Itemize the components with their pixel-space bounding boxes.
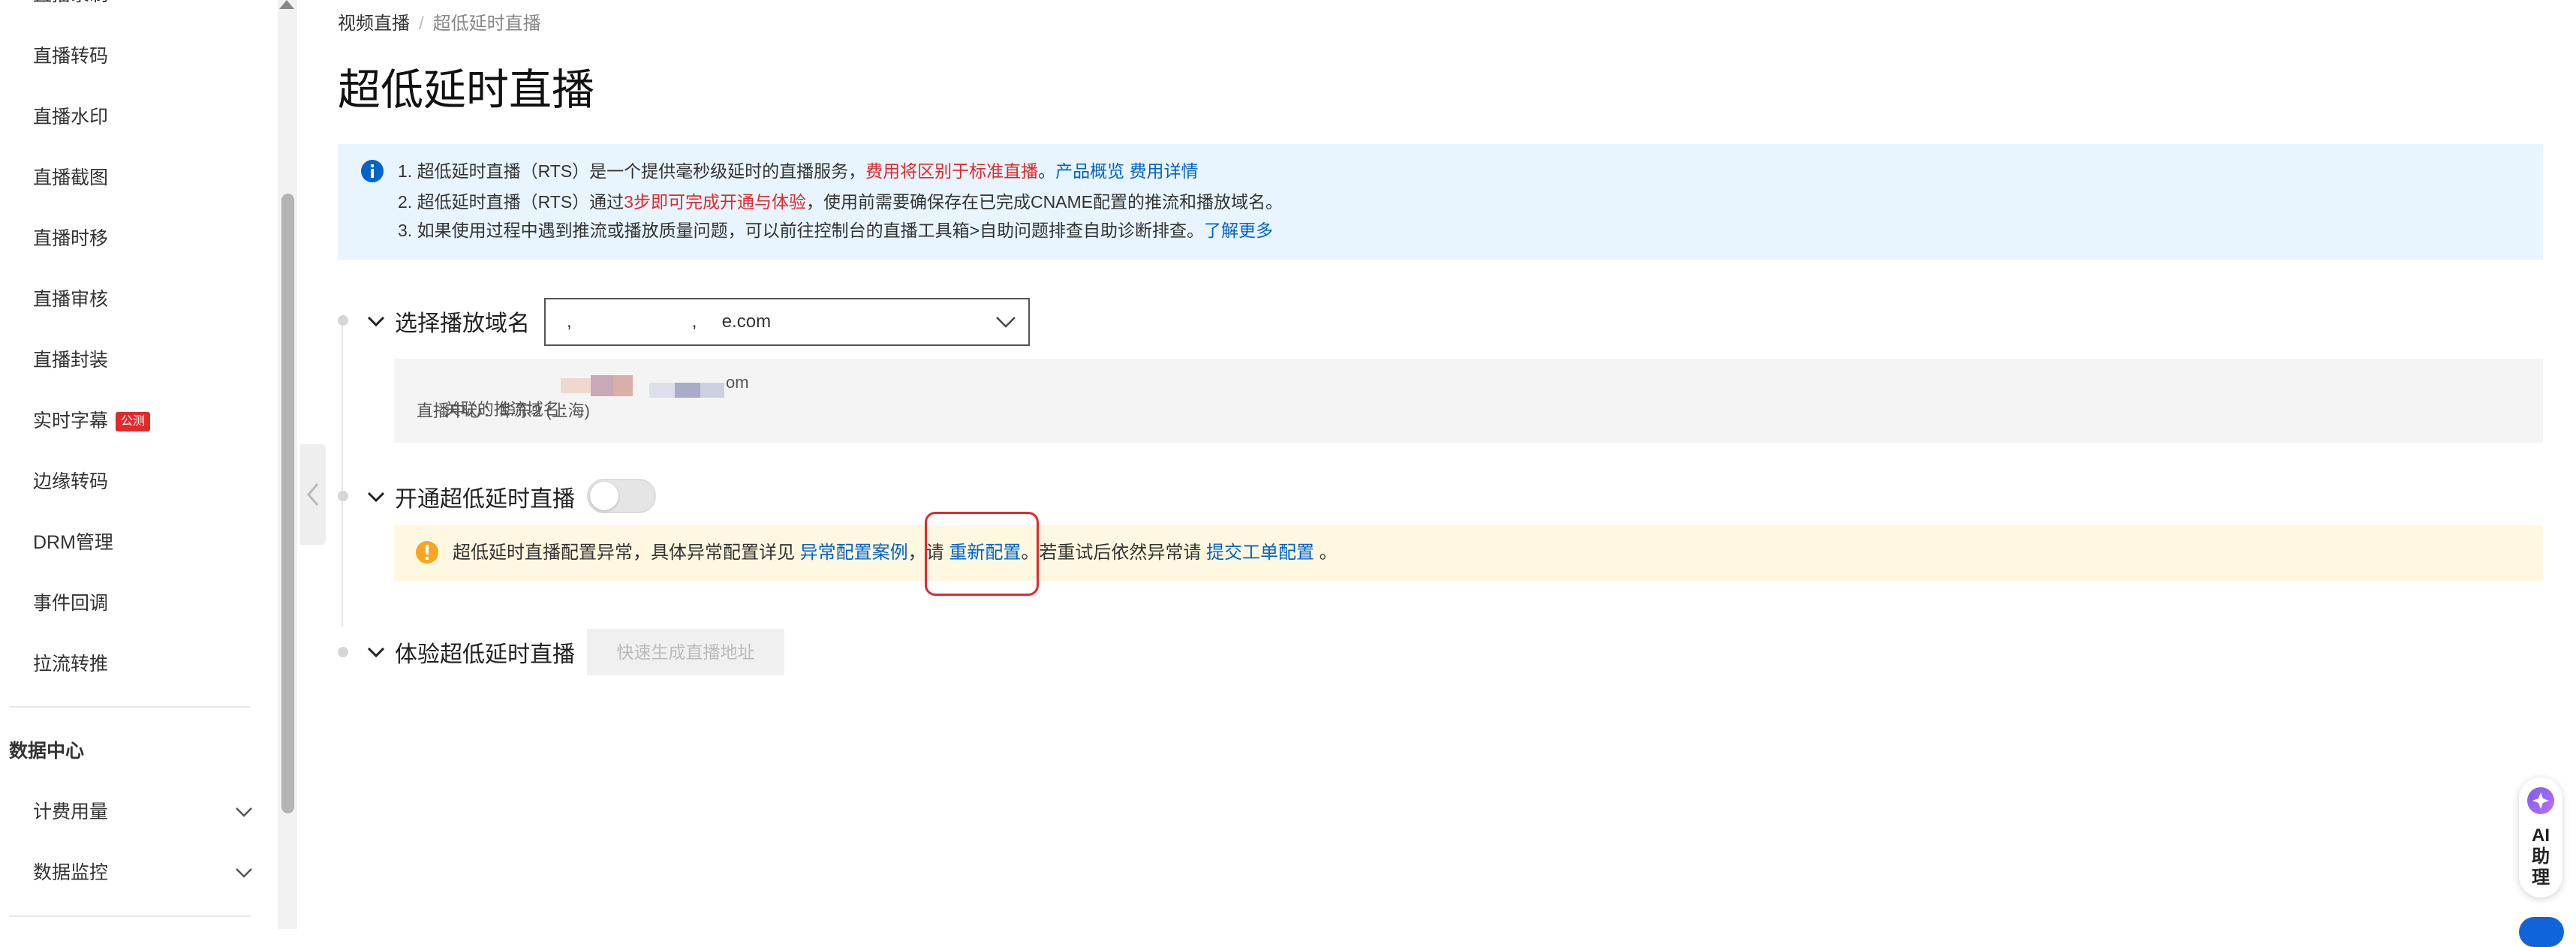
pricing-details-link[interactable]: 费用详情 (1130, 161, 1199, 181)
sidebar-item-label: 计费用量 (33, 801, 109, 822)
sidebar-item-event-callback[interactable]: 事件回调 (33, 585, 108, 622)
sidebar-item-live-snapshot[interactable]: 直播截图 (33, 159, 108, 197)
breadcrumb-current: 超低延时直播 (432, 14, 541, 34)
generate-live-url-button[interactable]: 快速生成直播地址 (587, 629, 784, 675)
main-content: 视频直播 / 超低延时直播 超低延时直播 1. 超低延时直播（RTS）是一个提供毫秒… (338, 0, 2544, 929)
steps-timeline (342, 323, 343, 627)
sidebar-item-data-monitoring[interactable]: 数据监控 (33, 854, 275, 891)
sidebar-item-live-watermark[interactable]: 直播水印 (33, 98, 108, 136)
chevron-left-icon (307, 483, 319, 506)
breadcrumb-link-video-live[interactable]: 视频直播 (338, 14, 410, 34)
sidebar: 直播录制 直播转码 直播水印 直播截图 直播时移 直播审核 直播封装 实时字幕公… (0, 0, 275, 929)
info-text: 。 (1038, 161, 1056, 181)
info-highlight: 费用将区别于标准直播 (865, 161, 1039, 181)
sidebar-item-live-review[interactable]: 直播审核 (33, 281, 108, 318)
sidebar-item-live-transcode[interactable]: 直播转码 (33, 38, 108, 75)
step-title: 开通超低延时直播 (395, 487, 575, 512)
floating-action-button[interactable] (2519, 917, 2564, 947)
redacted-block (613, 375, 633, 396)
abnormal-config-case-link[interactable]: 异常配置案例 (800, 543, 908, 563)
sidebar-item-live-timeshift[interactable]: 直播时移 (33, 220, 108, 257)
info-line-1: 1. 超低延时直播（RTS）是一个提供毫秒级延时的直播服务，费用将区别于标准直播… (398, 157, 1199, 185)
step-experience-rts-header[interactable]: 体验超低延时直播 (366, 633, 575, 672)
warning-text-part: 。若重试后依然异常请 (1021, 543, 1207, 563)
breadcrumb-separator: / (419, 14, 424, 34)
sidebar-scrollbar-thumb[interactable] (281, 194, 294, 813)
redacted-block (561, 378, 591, 393)
info-text: ，使用前需要确保存在已完成CNAME配置的推流和播放域名。 (805, 192, 1283, 212)
toggle-knob (590, 482, 618, 510)
sidebar-divider (9, 915, 251, 917)
sidebar-item-pull-relay[interactable]: 拉流转推 (33, 645, 108, 683)
step-title: 选择播放域名 (395, 311, 530, 336)
ai-label-line: AI (2532, 825, 2550, 846)
chevron-down-icon[interactable] (366, 645, 386, 660)
info-icon (361, 160, 384, 182)
beta-badge: 公测 (116, 412, 151, 431)
reconfigure-link[interactable]: 重新配置 (925, 512, 1040, 596)
ai-label-line: 助 (2532, 846, 2550, 867)
playback-domain-select[interactable]: , , e.com (544, 298, 1030, 346)
submit-ticket-link[interactable]: 提交工单配置 (1206, 543, 1314, 563)
info-line-2: 2. 超低延时直播（RTS）通过3步即可完成开通与体验，使用前需要确保存在已完成… (398, 188, 1283, 216)
warning-text-part: 。 (1314, 543, 1338, 563)
info-notice: 1. 超低延时直播（RTS）是一个提供毫秒级延时的直播服务，费用将区别于标准直播… (338, 144, 2543, 260)
sidebar-item-edge-transcode[interactable]: 边缘转码 (33, 463, 108, 501)
ai-assistant-icon (2527, 787, 2554, 814)
sidebar-item-live-packaging[interactable]: 直播封装 (33, 341, 108, 379)
page-title: 超低延时直播 (338, 66, 594, 114)
sidebar-item-live-recording[interactable]: 直播录制 (33, 0, 108, 14)
warning-text: 超低延时直播配置异常，具体异常配置详见 异常配置案例，请 重新配置。若重试后依然… (453, 512, 1338, 596)
enable-rts-toggle[interactable] (587, 479, 656, 513)
scroll-up-arrow-icon[interactable] (279, 0, 294, 11)
sidebar-item-realtime-subtitles[interactable]: 实时字幕 公测 (33, 402, 151, 440)
redacted-block (675, 383, 700, 398)
select-value: , , e.com (567, 311, 772, 332)
step-enable-rts-header[interactable]: 开通超低延时直播 (366, 477, 575, 516)
chevron-down-icon[interactable] (366, 489, 386, 504)
chevron-down-icon (236, 807, 252, 817)
sidebar-group-data-center: 数据中心 (9, 741, 85, 762)
domain-info-panel: 关联的推流域名： om 直播中心：华东2 (上海) (394, 359, 2543, 443)
info-line-3: 3. 如果使用过程中遇到推流或播放质量问题，可以前往控制台的直播工具箱>自助问题… (398, 216, 1273, 245)
sidebar-divider (9, 706, 251, 708)
ai-label-line: 理 (2532, 867, 2550, 888)
chevron-down-icon[interactable] (366, 314, 386, 329)
chevron-down-icon (236, 868, 252, 878)
sidebar-item-label: 数据监控 (33, 862, 109, 883)
chevron-down-icon (996, 317, 1016, 328)
warning-text-part: 超低延时直播配置异常，具体异常配置详见 (453, 543, 800, 563)
redacted-block (700, 383, 724, 398)
sidebar-item-drm[interactable]: DRM管理 (33, 524, 113, 561)
info-text: 2. 超低延时直播（RTS）通过 (398, 192, 624, 212)
step-dot (338, 647, 348, 657)
config-warning: 超低延时直播配置异常，具体异常配置详见 异常配置案例，请 重新配置。若重试后依然… (394, 512, 2543, 596)
sidebar-item-billing-usage[interactable]: 计费用量 (33, 793, 275, 831)
ai-assistant-button[interactable]: AI 助 理 (2519, 777, 2562, 897)
step-dot (338, 315, 348, 326)
warning-icon (416, 541, 438, 564)
push-domain-suffix: om (726, 373, 749, 392)
breadcrumb: 视频直播 / 超低延时直播 (338, 11, 541, 38)
step-dot (338, 491, 348, 501)
learn-more-link[interactable]: 了解更多 (1204, 221, 1273, 240)
sidebar-item-label: 实时字幕 (33, 410, 109, 431)
redacted-block (591, 375, 613, 396)
info-text: 3. 如果使用过程中遇到推流或播放质量问题，可以前往控制台的直播工具箱>自助问题… (398, 221, 1205, 240)
step-title: 体验超低延时直播 (395, 642, 575, 667)
step-select-domain-header[interactable]: 选择播放域名 (366, 302, 530, 341)
redacted-block (649, 383, 675, 398)
info-highlight: 3步即可完成开通与体验 (624, 192, 806, 212)
ai-assistant-label: AI 助 理 (2519, 825, 2562, 888)
product-overview-link[interactable]: 产品概览 (1055, 161, 1124, 181)
sidebar-collapse-toggle[interactable] (300, 444, 326, 545)
info-text: 1. 超低延时直播（RTS）是一个提供毫秒级延时的直播服务， (398, 161, 866, 181)
region-row: 直播中心：华东2 (上海) (417, 401, 591, 420)
